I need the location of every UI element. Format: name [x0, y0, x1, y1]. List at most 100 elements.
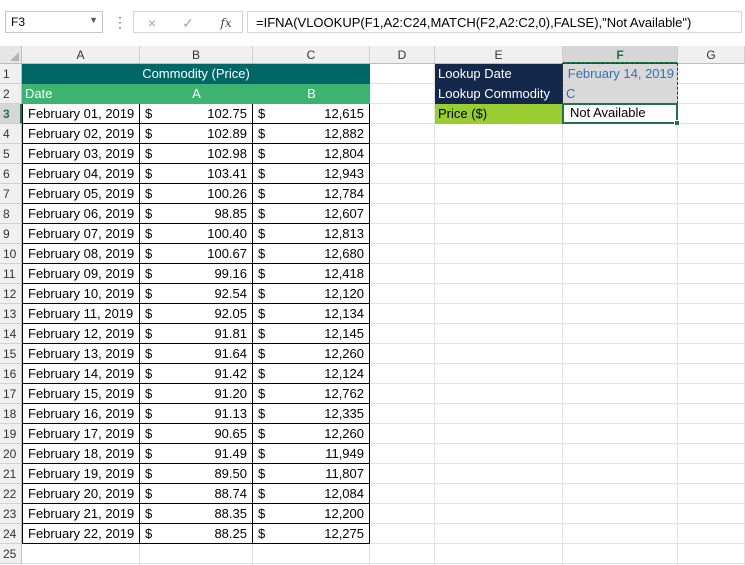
table-cell-a[interactable]: $91.64 [140, 344, 253, 364]
column-header-a[interactable]: A [22, 46, 140, 64]
select-all-button[interactable] [0, 46, 22, 64]
row-header-11[interactable]: 11 [0, 264, 22, 284]
table-cell-date[interactable]: February 18, 2019 [22, 444, 140, 464]
row-header-23[interactable]: 23 [0, 504, 22, 524]
table-cell-date[interactable]: February 19, 2019 [22, 464, 140, 484]
row-header-18[interactable]: 18 [0, 404, 22, 424]
table-cell-b[interactable]: $12,200 [253, 504, 370, 524]
row-header-2[interactable]: 2 [0, 84, 22, 104]
table-cell-b[interactable]: $12,418 [253, 264, 370, 284]
row-header-25[interactable]: 25 [0, 544, 22, 564]
table-cell-a[interactable]: $91.81 [140, 324, 253, 344]
table-cell-b[interactable]: $12,784 [253, 184, 370, 204]
table-header-a[interactable]: A [140, 84, 253, 104]
table-cell-date[interactable]: February 09, 2019 [22, 264, 140, 284]
insert-function-icon[interactable]: fx [216, 14, 236, 32]
row-header-1[interactable]: 1 [0, 64, 22, 84]
table-cell-a[interactable]: $102.98 [140, 144, 253, 164]
row-header-5[interactable]: 5 [0, 144, 22, 164]
table-cell-b[interactable]: $12,804 [253, 144, 370, 164]
table-cell-a[interactable]: $92.54 [140, 284, 253, 304]
column-header-e[interactable]: E [435, 46, 563, 64]
table-cell-date[interactable]: February 05, 2019 [22, 184, 140, 204]
table-cell-a[interactable]: $91.49 [140, 444, 253, 464]
row-header-17[interactable]: 17 [0, 384, 22, 404]
table-cell-b[interactable]: $12,260 [253, 344, 370, 364]
table-cell-b[interactable]: $12,335 [253, 404, 370, 424]
table-cell-a[interactable]: $91.42 [140, 364, 253, 384]
table-cell-date[interactable]: February 12, 2019 [22, 324, 140, 344]
column-header-b[interactable]: B [140, 46, 253, 64]
table-cell-a[interactable]: $90.65 [140, 424, 253, 444]
row-header-16[interactable]: 16 [0, 364, 22, 384]
table-cell-b[interactable]: $12,134 [253, 304, 370, 324]
table-cell-b[interactable]: $12,084 [253, 484, 370, 504]
row-header-22[interactable]: 22 [0, 484, 22, 504]
table-cell-date[interactable]: February 06, 2019 [22, 204, 140, 224]
table-cell-b[interactable]: $12,124 [253, 364, 370, 384]
selected-cell-f3[interactable]: Not Available [562, 103, 678, 124]
table-cell-a[interactable]: $100.26 [140, 184, 253, 204]
row-header-8[interactable]: 8 [0, 204, 22, 224]
table-cell-a[interactable]: $92.05 [140, 304, 253, 324]
table-cell-date[interactable]: February 01, 2019 [22, 104, 140, 124]
row-header-3[interactable]: 3 [0, 104, 22, 124]
row-header-21[interactable]: 21 [0, 464, 22, 484]
table-cell-a[interactable]: $100.40 [140, 224, 253, 244]
table-cell-date[interactable]: February 17, 2019 [22, 424, 140, 444]
table-cell-date[interactable]: February 02, 2019 [22, 124, 140, 144]
fill-handle[interactable] [674, 120, 680, 126]
table-cell-b[interactable]: $12,145 [253, 324, 370, 344]
table-cell-date[interactable]: February 14, 2019 [22, 364, 140, 384]
table-cell-date[interactable]: February 04, 2019 [22, 164, 140, 184]
table-cell-a[interactable]: $88.74 [140, 484, 253, 504]
spreadsheet-grid[interactable]: A B C D E F G 1 2 3 4 5 6 7 8 9 10 11 12 13 14 15 16 17 18 19 20 21… [0, 46, 745, 565]
table-cell-b[interactable]: $12,882 [253, 124, 370, 144]
table-cell-b[interactable]: $12,120 [253, 284, 370, 304]
table-cell-date[interactable]: February 08, 2019 [22, 244, 140, 264]
table-cell-date[interactable]: February 16, 2019 [22, 404, 140, 424]
table-cell-b[interactable]: $12,762 [253, 384, 370, 404]
price-label[interactable]: Price ($) [435, 104, 563, 124]
table-cell-b[interactable]: $12,275 [253, 524, 370, 544]
table-cell-b[interactable]: $12,680 [253, 244, 370, 264]
table-cell-a[interactable]: $102.89 [140, 124, 253, 144]
table-cell-date[interactable]: February 13, 2019 [22, 344, 140, 364]
table-cell-date[interactable]: February 20, 2019 [22, 484, 140, 504]
lookup-commodity-label[interactable]: Lookup Commodity [435, 84, 563, 104]
table-cell-date[interactable]: February 21, 2019 [22, 504, 140, 524]
row-header-19[interactable]: 19 [0, 424, 22, 444]
table-cell-date[interactable]: February 22, 2019 [22, 524, 140, 544]
row-header-7[interactable]: 7 [0, 184, 22, 204]
table-cell-b[interactable]: $12,813 [253, 224, 370, 244]
table-cell-a[interactable]: $98.85 [140, 204, 253, 224]
table-header-date[interactable]: Date [22, 84, 140, 104]
column-header-d[interactable]: D [370, 46, 435, 64]
table-cell-b[interactable]: $12,607 [253, 204, 370, 224]
row-header-24[interactable]: 24 [0, 524, 22, 544]
table-cell-a[interactable]: $100.67 [140, 244, 253, 264]
row-header-14[interactable]: 14 [0, 324, 22, 344]
cancel-icon[interactable]: × [142, 14, 162, 32]
row-header-4[interactable]: 4 [0, 124, 22, 144]
table-cell-date[interactable]: February 10, 2019 [22, 284, 140, 304]
table-cell-a[interactable]: $91.20 [140, 384, 253, 404]
more-options-icon[interactable]: ⋮ [113, 13, 127, 31]
table-cell-b[interactable]: $12,615 [253, 104, 370, 124]
column-header-f[interactable]: F [563, 46, 678, 64]
chevron-down-icon[interactable]: ▼ [89, 15, 98, 25]
table-cell-date[interactable]: February 07, 2019 [22, 224, 140, 244]
name-box[interactable]: F3 ▼ [5, 11, 103, 33]
row-header-15[interactable]: 15 [0, 344, 22, 364]
table-cell-a[interactable]: $88.25 [140, 524, 253, 544]
table-header-b[interactable]: B [253, 84, 370, 104]
table-title[interactable]: Commodity (Price) [22, 64, 370, 84]
table-cell-a[interactable]: $99.16 [140, 264, 253, 284]
row-header-9[interactable]: 9 [0, 224, 22, 244]
table-cell-b[interactable]: $12,943 [253, 164, 370, 184]
table-cell-a[interactable]: $102.75 [140, 104, 253, 124]
table-cell-b[interactable]: $11,949 [253, 444, 370, 464]
column-header-g[interactable]: G [678, 46, 745, 64]
row-header-10[interactable]: 10 [0, 244, 22, 264]
table-cell-date[interactable]: February 15, 2019 [22, 384, 140, 404]
